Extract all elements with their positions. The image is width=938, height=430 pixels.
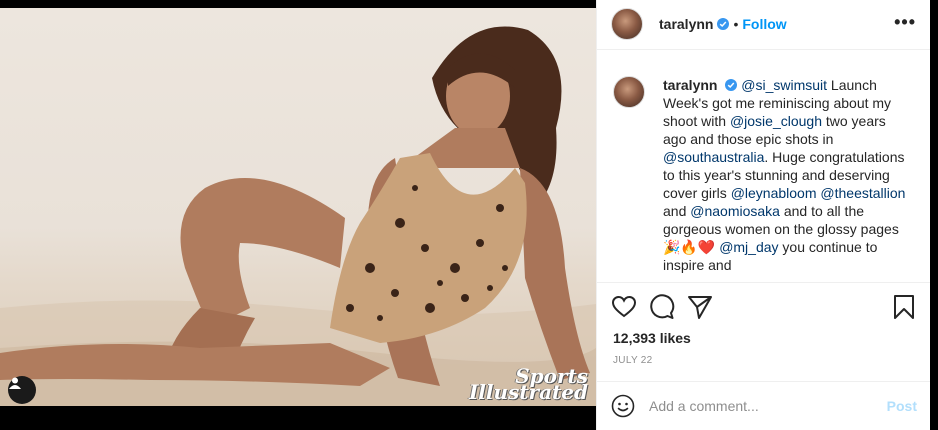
photo-illustration <box>0 26 596 406</box>
post-button[interactable]: Post <box>887 398 917 414</box>
mention-link[interactable]: @si_swimsuit <box>741 77 827 93</box>
caption-avatar[interactable] <box>613 76 645 108</box>
caption: taralynn @si_swimsuit Launch Week's got … <box>613 76 915 274</box>
verified-badge-icon <box>725 79 738 91</box>
separator-dot: • <box>733 15 739 32</box>
heart-icon[interactable] <box>611 294 637 320</box>
share-icon[interactable] <box>687 294 713 320</box>
mention-link[interactable]: @southaustralia <box>663 149 764 165</box>
post-photo[interactable]: Sports Illustrated <box>0 8 596 406</box>
divider <box>597 282 931 283</box>
user-tag-icon[interactable] <box>8 376 36 404</box>
caption-segment: and <box>663 203 691 219</box>
comment-input[interactable] <box>649 398 887 414</box>
post-header: taralynn • Follow ••• <box>597 0 930 50</box>
action-bar <box>611 294 917 322</box>
post-date[interactable]: JULY 22 <box>613 355 653 366</box>
mention-link[interactable]: @leynabloom <box>731 185 817 201</box>
bookmark-icon[interactable] <box>891 294 917 320</box>
post-media-column: Sports Illustrated <box>0 0 596 430</box>
mention-link[interactable]: @theestallion <box>820 185 905 201</box>
more-options-icon[interactable]: ••• <box>894 12 916 33</box>
header-username[interactable]: taralynn <box>659 16 713 32</box>
sports-illustrated-watermark: Sports Illustrated <box>458 366 588 404</box>
post-side-panel: taralynn • Follow ••• taralynn @si_swims… <box>596 0 931 430</box>
emoji-icon[interactable] <box>611 394 635 418</box>
caption-body: @si_swimsuit Launch Week's got me remini… <box>663 77 905 273</box>
mention-link[interactable]: @mj_day <box>719 239 778 255</box>
mention-link[interactable]: @josie_clough <box>730 113 822 129</box>
mention-link[interactable]: @naomiosaka <box>690 203 780 219</box>
caption-username[interactable]: taralynn <box>663 77 717 93</box>
comment-icon[interactable] <box>649 294 675 320</box>
page-edge <box>930 0 938 430</box>
likes-count[interactable]: 12,393 likes <box>613 330 691 346</box>
comments-area: taralynn @si_swimsuit Launch Week's got … <box>597 64 931 276</box>
comment-bar: Post <box>597 381 931 430</box>
avatar[interactable] <box>611 7 643 40</box>
verified-badge-icon <box>717 17 730 30</box>
caption-text: taralynn @si_swimsuit Launch Week's got … <box>663 76 911 274</box>
follow-button[interactable]: Follow <box>742 16 786 32</box>
watermark-line-2: Illustrated <box>468 380 588 404</box>
